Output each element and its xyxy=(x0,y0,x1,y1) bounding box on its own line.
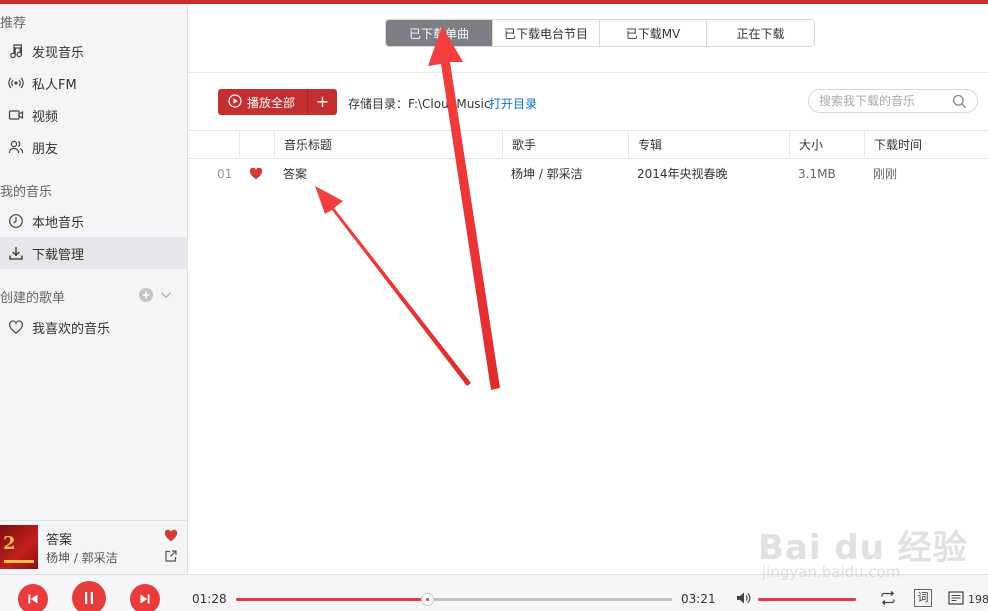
album-cover[interactable]: 2 xyxy=(0,525,38,569)
column-title[interactable]: 音乐标题 xyxy=(274,131,502,159)
tab-downloaded-mv[interactable]: 已下载MV xyxy=(600,20,707,46)
row-index: 01 xyxy=(217,167,233,181)
sidebar-item-label: 本地音乐 xyxy=(32,215,85,231)
column-size[interactable]: 大小 xyxy=(789,131,864,159)
sidebar-item-label: 私人FM xyxy=(32,77,77,93)
sidebar-item-download-manager[interactable]: 下载管理 xyxy=(0,237,187,269)
sidebar-item-label: 我喜欢的音乐 xyxy=(32,321,111,337)
playlist-tools xyxy=(139,288,173,305)
playlist-count[interactable]: 198 xyxy=(968,593,988,606)
search-input[interactable] xyxy=(819,93,949,109)
tab-downloading[interactable]: 正在下载 xyxy=(707,20,814,46)
row-title: 答案 xyxy=(283,167,308,181)
open-folder-link[interactable]: 打开目录 xyxy=(489,95,537,112)
pause-icon xyxy=(85,592,93,604)
storage-directory: 存储目录：F:\CloudMusic xyxy=(348,97,491,111)
download-icon xyxy=(6,243,26,263)
divider xyxy=(188,72,988,73)
play-all-button[interactable]: 播放全部 + xyxy=(218,89,337,115)
column-album[interactable]: 专辑 xyxy=(628,131,789,159)
row-album[interactable]: 2014年央视春晚 xyxy=(637,159,728,189)
table-row[interactable]: 01 答案 杨坤 / 郭采洁 2014年央视春晚 3.1MB 刚刚 xyxy=(188,159,988,189)
clock-icon xyxy=(6,211,26,231)
sidebar-item-discover-music[interactable]: 发现音乐 xyxy=(0,35,187,67)
lyrics-button[interactable]: 词 xyxy=(914,589,932,607)
heart-outline-icon xyxy=(6,317,26,337)
now-playing-panel: 2 答案 杨坤 / 郭采洁 xyxy=(0,520,188,574)
heart-filled-icon[interactable] xyxy=(249,167,263,181)
previous-button[interactable] xyxy=(18,584,48,611)
download-tabs: 已下载单曲 已下载电台节目 已下载MV 正在下载 xyxy=(385,19,815,47)
section-title-my-music: 我的音乐 xyxy=(0,185,53,200)
tab-downloaded-songs[interactable]: 已下载单曲 xyxy=(386,20,493,46)
playlist-icon[interactable] xyxy=(948,591,966,610)
volume-icon[interactable] xyxy=(735,590,751,609)
tab-downloaded-radio[interactable]: 已下载电台节目 xyxy=(493,20,600,46)
player-bar: 01:28 03:21 词 198 xyxy=(0,574,988,611)
friends-icon xyxy=(6,137,26,157)
sidebar-item-liked-music[interactable]: 我喜欢的音乐 xyxy=(0,311,187,343)
volume-slider[interactable] xyxy=(758,598,856,601)
table-header: 音乐标题 歌手 专辑 大小 下载时间 xyxy=(188,130,988,159)
previous-icon xyxy=(28,594,38,604)
sidebar-item-friends[interactable]: 朋友 xyxy=(0,131,187,163)
progress-knob[interactable] xyxy=(420,593,434,606)
sidebar: 推荐 发现音乐 私人FM 视频 朋友 我的音乐 本地音乐 下载管理 创建的歌单 … xyxy=(0,4,188,524)
sidebar-item-label: 朋友 xyxy=(32,141,59,157)
main-content: 已下载单曲 已下载电台节目 已下载MV 正在下载 播放全部 + 存储目录：F:\… xyxy=(188,4,988,574)
radio-icon xyxy=(6,73,26,93)
repeat-icon[interactable] xyxy=(879,590,897,609)
column-heart xyxy=(239,131,274,159)
section-title-created-playlists: 创建的歌单 xyxy=(0,291,66,306)
row-artist[interactable]: 杨坤 / 郭采洁 xyxy=(511,159,583,189)
sidebar-item-label: 发现音乐 xyxy=(32,45,85,61)
add-playlist-icon[interactable] xyxy=(139,288,153,305)
video-icon xyxy=(6,105,26,125)
column-download-time[interactable]: 下载时间 xyxy=(864,131,988,159)
column-artist[interactable]: 歌手 xyxy=(502,131,628,159)
sidebar-item-label: 下载管理 xyxy=(32,247,85,263)
share-icon[interactable] xyxy=(164,549,178,566)
sidebar-item-local-music[interactable]: 本地音乐 xyxy=(0,205,187,237)
section-title-recommend: 推荐 xyxy=(0,16,27,31)
row-download-time: 刚刚 xyxy=(873,167,898,181)
pause-button[interactable] xyxy=(72,581,106,611)
sidebar-item-private-fm[interactable]: 私人FM xyxy=(0,67,187,99)
heart-filled-icon[interactable] xyxy=(164,529,178,545)
music-note-icon xyxy=(6,41,26,61)
play-circle-icon xyxy=(228,93,247,111)
row-size: 3.1MB xyxy=(798,167,836,181)
sidebar-item-label: 视频 xyxy=(32,109,59,125)
next-icon xyxy=(140,594,150,604)
sidebar-item-video[interactable]: 视频 xyxy=(0,99,187,131)
next-button[interactable] xyxy=(130,584,160,611)
search-icon[interactable] xyxy=(952,94,967,112)
add-to-playlist-button[interactable]: + xyxy=(308,89,337,115)
now-playing-title[interactable]: 答案 xyxy=(46,529,72,548)
volume-fill xyxy=(758,598,856,601)
progress-fill xyxy=(236,598,427,601)
chevron-down-icon[interactable] xyxy=(159,288,173,305)
progress-bar[interactable] xyxy=(236,593,672,606)
now-playing-artist[interactable]: 杨坤 / 郭采洁 xyxy=(46,549,118,566)
current-time: 01:28 xyxy=(192,592,227,606)
total-time: 03:21 xyxy=(681,592,716,606)
search-box[interactable] xyxy=(808,89,978,113)
play-all-label: 播放全部 xyxy=(247,95,296,110)
